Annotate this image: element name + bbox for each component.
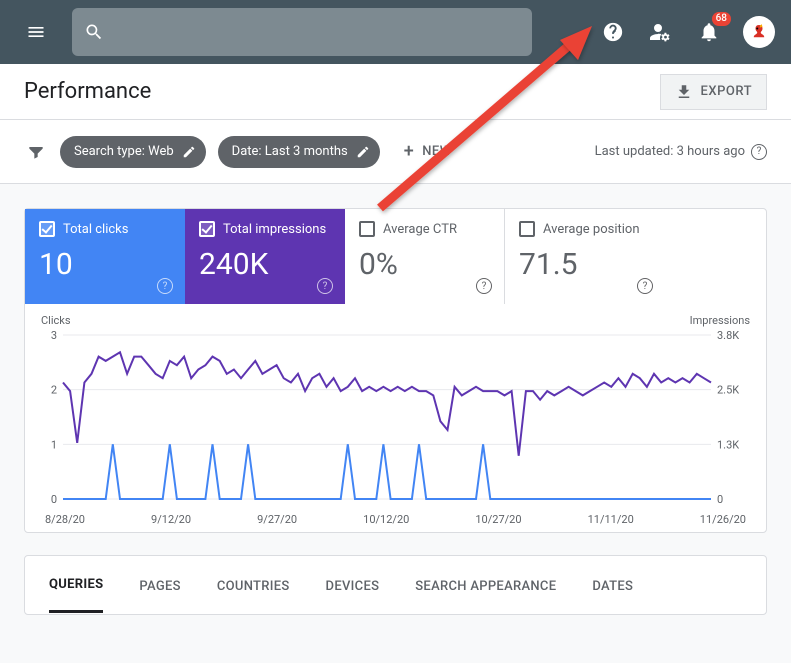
last-updated-text: Last updated: 3 hours ago xyxy=(595,144,745,159)
svg-text:0: 0 xyxy=(717,493,723,506)
notifications-badge: 68 xyxy=(712,12,731,26)
tile-label: Total impressions xyxy=(223,222,326,237)
chip-date-label: Date: Last 3 months xyxy=(232,144,348,159)
svg-text:2: 2 xyxy=(51,384,57,397)
help-icon xyxy=(602,21,624,43)
dimension-tabs: QUERIES PAGES COUNTRIES DEVICES SEARCH APPEA… xyxy=(25,556,766,614)
help-icon[interactable]: ? xyxy=(637,278,653,294)
notifications-button[interactable]: 68 xyxy=(695,18,723,46)
stat-tiles: Total clicks 10 ? Total impressions 240K… xyxy=(25,209,766,304)
export-button[interactable]: EXPORT xyxy=(660,74,767,110)
search-icon xyxy=(84,22,104,42)
filter-row: Search type: Web Date: Last 3 months + N… xyxy=(0,120,791,184)
topbar-icons: 68 xyxy=(599,16,775,48)
search-wrapper xyxy=(72,8,551,56)
svg-text:1: 1 xyxy=(51,438,57,451)
checkbox-icon xyxy=(519,221,535,237)
search-box[interactable] xyxy=(72,8,532,56)
new-label: NEW xyxy=(422,144,452,159)
tab-queries[interactable]: QUERIES xyxy=(49,557,103,613)
help-icon[interactable]: ? xyxy=(476,278,492,294)
avatar-icon xyxy=(745,18,773,46)
x-tick: 11/11/20 xyxy=(588,513,634,526)
filter-icon xyxy=(26,142,46,162)
tile-value: 10 xyxy=(39,247,171,282)
stat-tile-0[interactable]: Total clicks 10 ? xyxy=(25,209,185,304)
checkbox-icon xyxy=(359,221,375,237)
x-tick: 11/26/20 xyxy=(700,513,746,526)
tile-head: Total impressions xyxy=(199,221,331,237)
chip-search-type-label: Search type: Web xyxy=(74,144,174,159)
tile-label: Average CTR xyxy=(383,222,457,237)
avatar[interactable] xyxy=(743,16,775,48)
tile-label: Total clicks xyxy=(63,222,128,237)
svg-text:2.5K: 2.5K xyxy=(717,384,739,397)
tile-value: 71.5 xyxy=(519,247,651,282)
stat-tile-3[interactable]: Average position 71.5 ? xyxy=(505,209,665,304)
chart-axis-titles: Clicks Impressions xyxy=(41,314,750,327)
chip-date[interactable]: Date: Last 3 months xyxy=(218,136,380,168)
stat-tile-1[interactable]: Total impressions 240K ? xyxy=(185,209,345,304)
tab-devices[interactable]: DEVICES xyxy=(326,559,380,612)
pencil-icon xyxy=(356,145,370,159)
last-updated: Last updated: 3 hours ago ? xyxy=(595,144,767,160)
svg-text:0: 0 xyxy=(51,493,57,506)
person-gear-icon xyxy=(649,20,673,44)
menu-icon xyxy=(26,22,46,42)
x-tick: 10/27/20 xyxy=(475,513,521,526)
plus-icon: + xyxy=(404,141,415,162)
svg-text:3: 3 xyxy=(51,329,57,342)
add-filter-button[interactable]: + NEW xyxy=(404,141,452,162)
download-icon xyxy=(675,83,693,101)
help-icon[interactable]: ? xyxy=(157,278,173,294)
page-title: Performance xyxy=(24,79,151,104)
right-axis-label: Impressions xyxy=(690,314,750,327)
svg-text:3.8K: 3.8K xyxy=(717,329,739,342)
tile-label: Average position xyxy=(543,222,640,237)
main-content: Total clicks 10 ? Total impressions 240K… xyxy=(0,184,791,639)
performance-card: Total clicks 10 ? Total impressions 240K… xyxy=(24,208,767,533)
filter-button[interactable] xyxy=(24,140,48,164)
help-icon[interactable]: ? xyxy=(317,278,333,294)
checkbox-icon xyxy=(39,221,55,237)
performance-chart: 0 0 1 1.3K 2 2.5K 3 3.8K xyxy=(41,329,750,509)
tile-head: Average position xyxy=(519,221,651,237)
chip-search-type[interactable]: Search type: Web xyxy=(60,136,206,168)
x-tick: 8/28/20 xyxy=(45,513,85,526)
tile-head: Total clicks xyxy=(39,221,171,237)
search-input[interactable] xyxy=(120,23,520,41)
left-axis-label: Clicks xyxy=(41,314,71,327)
checkbox-icon xyxy=(199,221,215,237)
tab-search-appearance[interactable]: SEARCH APPEARANCE xyxy=(415,559,556,612)
x-tick: 9/27/20 xyxy=(257,513,297,526)
chart-wrapper: Clicks Impressions 0 0 1 1.3K 2 2.5K 3 3.8K 8/2… xyxy=(25,304,766,532)
tab-dates[interactable]: DATES xyxy=(592,559,633,612)
topbar: 68 xyxy=(0,0,791,64)
tile-value: 0% xyxy=(359,247,490,282)
dimension-tabs-card: QUERIES PAGES COUNTRIES DEVICES SEARCH APPEA… xyxy=(24,555,767,615)
export-label: EXPORT xyxy=(701,84,752,99)
tab-countries[interactable]: COUNTRIES xyxy=(217,559,290,612)
x-axis-ticks: 8/28/20 9/12/20 9/27/20 10/12/20 10/27/20 11/… xyxy=(41,513,750,526)
x-tick: 10/12/20 xyxy=(363,513,409,526)
tile-value: 240K xyxy=(199,247,331,282)
help-button[interactable] xyxy=(599,18,627,46)
svg-text:1.3K: 1.3K xyxy=(717,438,739,451)
help-icon[interactable]: ? xyxy=(751,144,767,160)
x-tick: 9/12/20 xyxy=(151,513,191,526)
tile-head: Average CTR xyxy=(359,221,490,237)
pencil-icon xyxy=(182,145,196,159)
users-settings-button[interactable] xyxy=(647,18,675,46)
hamburger-menu-button[interactable] xyxy=(16,12,56,52)
tab-pages[interactable]: PAGES xyxy=(139,559,180,612)
title-row: Performance EXPORT xyxy=(0,64,791,120)
stat-tile-2[interactable]: Average CTR 0% ? xyxy=(345,209,505,304)
